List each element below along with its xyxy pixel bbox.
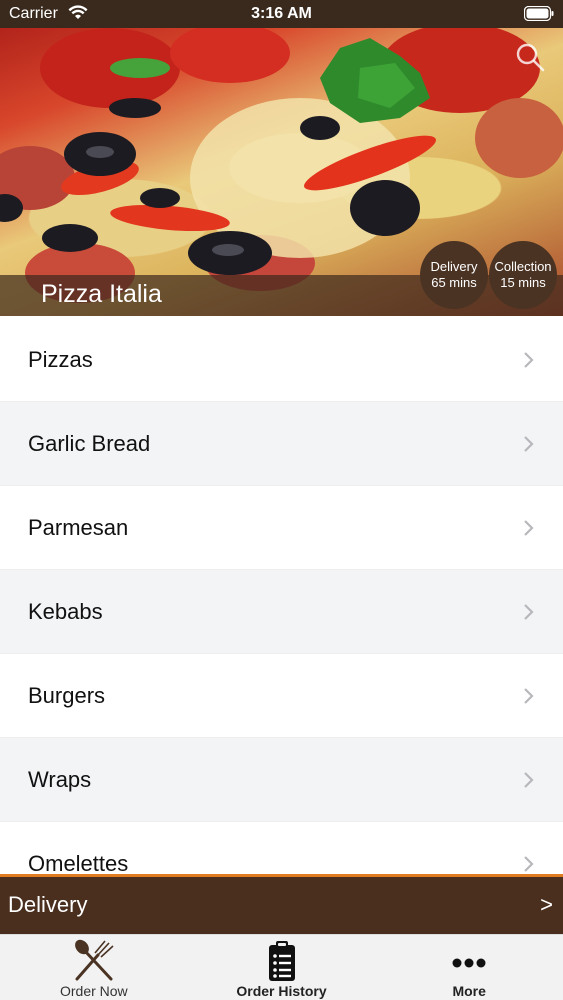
menu-category-label: Parmesan [28, 514, 129, 540]
chevron-right-icon [524, 855, 534, 872]
menu-category-garlic-bread[interactable]: Garlic Bread [0, 402, 563, 486]
tab-order-history[interactable]: Order History [188, 935, 376, 1000]
delivery-badge-time: 65 mins [431, 275, 477, 290]
chevron-right-icon [524, 351, 534, 368]
menu-category-label: Kebabs [28, 598, 103, 624]
chevron-right-icon [524, 687, 534, 704]
more-dots-icon [452, 958, 486, 968]
restaurant-name: Pizza Italia [41, 280, 162, 308]
menu-category-omelettes[interactable]: Omelettes [0, 822, 563, 874]
tab-label: Order History [236, 983, 327, 999]
collection-time-badge: Collection 15 mins [489, 241, 557, 309]
clock: 3:16 AM [251, 5, 312, 22]
tab-label: Order Now [59, 983, 128, 999]
chevron-right-icon [524, 603, 534, 620]
order-type-label: Delivery [8, 892, 88, 917]
menu-category-label: Garlic Bread [28, 430, 151, 456]
menu-category-kebabs[interactable]: Kebabs [0, 570, 563, 654]
menu-category-pizzas[interactable]: Pizzas [0, 318, 563, 402]
tab-order-now[interactable]: Order Now [0, 935, 188, 1000]
chevron-right-icon [524, 435, 534, 452]
order-type-arrow: > [540, 892, 553, 917]
bottom-tab-bar: Order Now Order History More [0, 934, 563, 1000]
chevron-right-icon [524, 771, 534, 788]
clipboard-list-icon [268, 941, 295, 981]
menu-category-parmesan[interactable]: Parmesan [0, 486, 563, 570]
menu-category-label: Omelettes [28, 850, 129, 875]
delivery-time-badge: Delivery 65 mins [420, 241, 488, 309]
menu-category-label: Burgers [28, 682, 106, 708]
delivery-badge-label: Delivery [430, 259, 478, 274]
menu-category-label: Pizzas [28, 346, 93, 372]
fork-knife-icon [74, 939, 114, 981]
search-icon[interactable] [515, 42, 545, 72]
battery-icon [524, 6, 554, 21]
status-bar: Carrier 3:16 AM [0, 0, 563, 28]
tab-label: More [452, 983, 486, 999]
hero-banner: Pizza Italia Delivery 65 mins Collection… [0, 28, 563, 316]
collection-badge-time: 15 mins [500, 275, 546, 290]
menu-category-burgers[interactable]: Burgers [0, 654, 563, 738]
menu-category-list: Pizzas Garlic Bread Parmesan Kebabs Burg… [0, 318, 563, 874]
collection-badge-label: Collection [494, 259, 552, 274]
chevron-right-icon [524, 519, 534, 536]
menu-category-label: Wraps [28, 766, 92, 792]
tab-more[interactable]: More [375, 935, 563, 1000]
order-type-bar[interactable]: Delivery > [0, 874, 563, 934]
menu-category-wraps[interactable]: Wraps [0, 738, 563, 822]
